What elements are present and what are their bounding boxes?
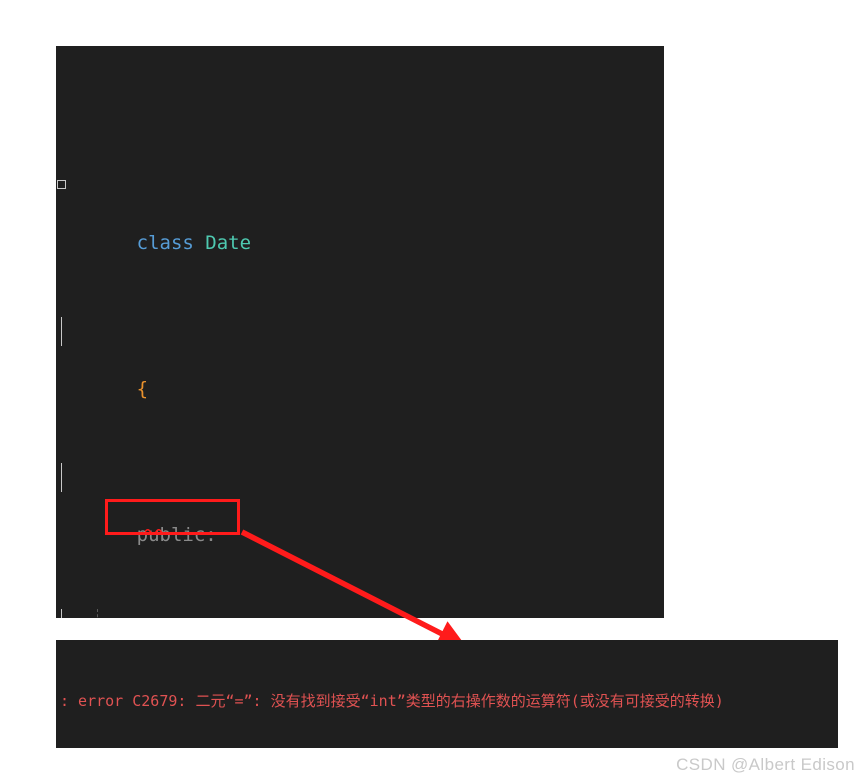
region-guide-bar [61, 316, 62, 346]
watermark-text: CSDN @Albert Edison [676, 755, 855, 774]
code-content[interactable]: class Date { public: explicit Date(int y… [56, 46, 446, 618]
code-line-4[interactable]: explicit Date(int year) [56, 608, 446, 618]
collapse-region-marker-class[interactable] [57, 179, 66, 189]
token-open-brace-class: { [136, 378, 149, 401]
token-type-date: Date [205, 232, 252, 255]
error-line-0: : error C2679: 二元“=”: 没有找到接受“int”类型的右操作数… [60, 692, 724, 710]
region-guide-bar [61, 462, 62, 492]
code-line-2[interactable]: { [56, 316, 446, 400]
indent-guide [97, 608, 99, 618]
code-line-3[interactable]: public: [56, 462, 446, 546]
code-line-1[interactable]: class Date [56, 171, 446, 254]
region-guide-bar [61, 608, 62, 618]
token-keyword-class: class [136, 232, 194, 255]
compiler-error-panel[interactable]: : error C2679: 二元“=”: 没有找到接受“int”类型的右操作数… [56, 640, 838, 748]
error-squiggle-underline [145, 528, 167, 534]
error-message-list: : error C2679: 二元“=”: 没有找到接受“int”类型的右操作数… [56, 640, 838, 748]
